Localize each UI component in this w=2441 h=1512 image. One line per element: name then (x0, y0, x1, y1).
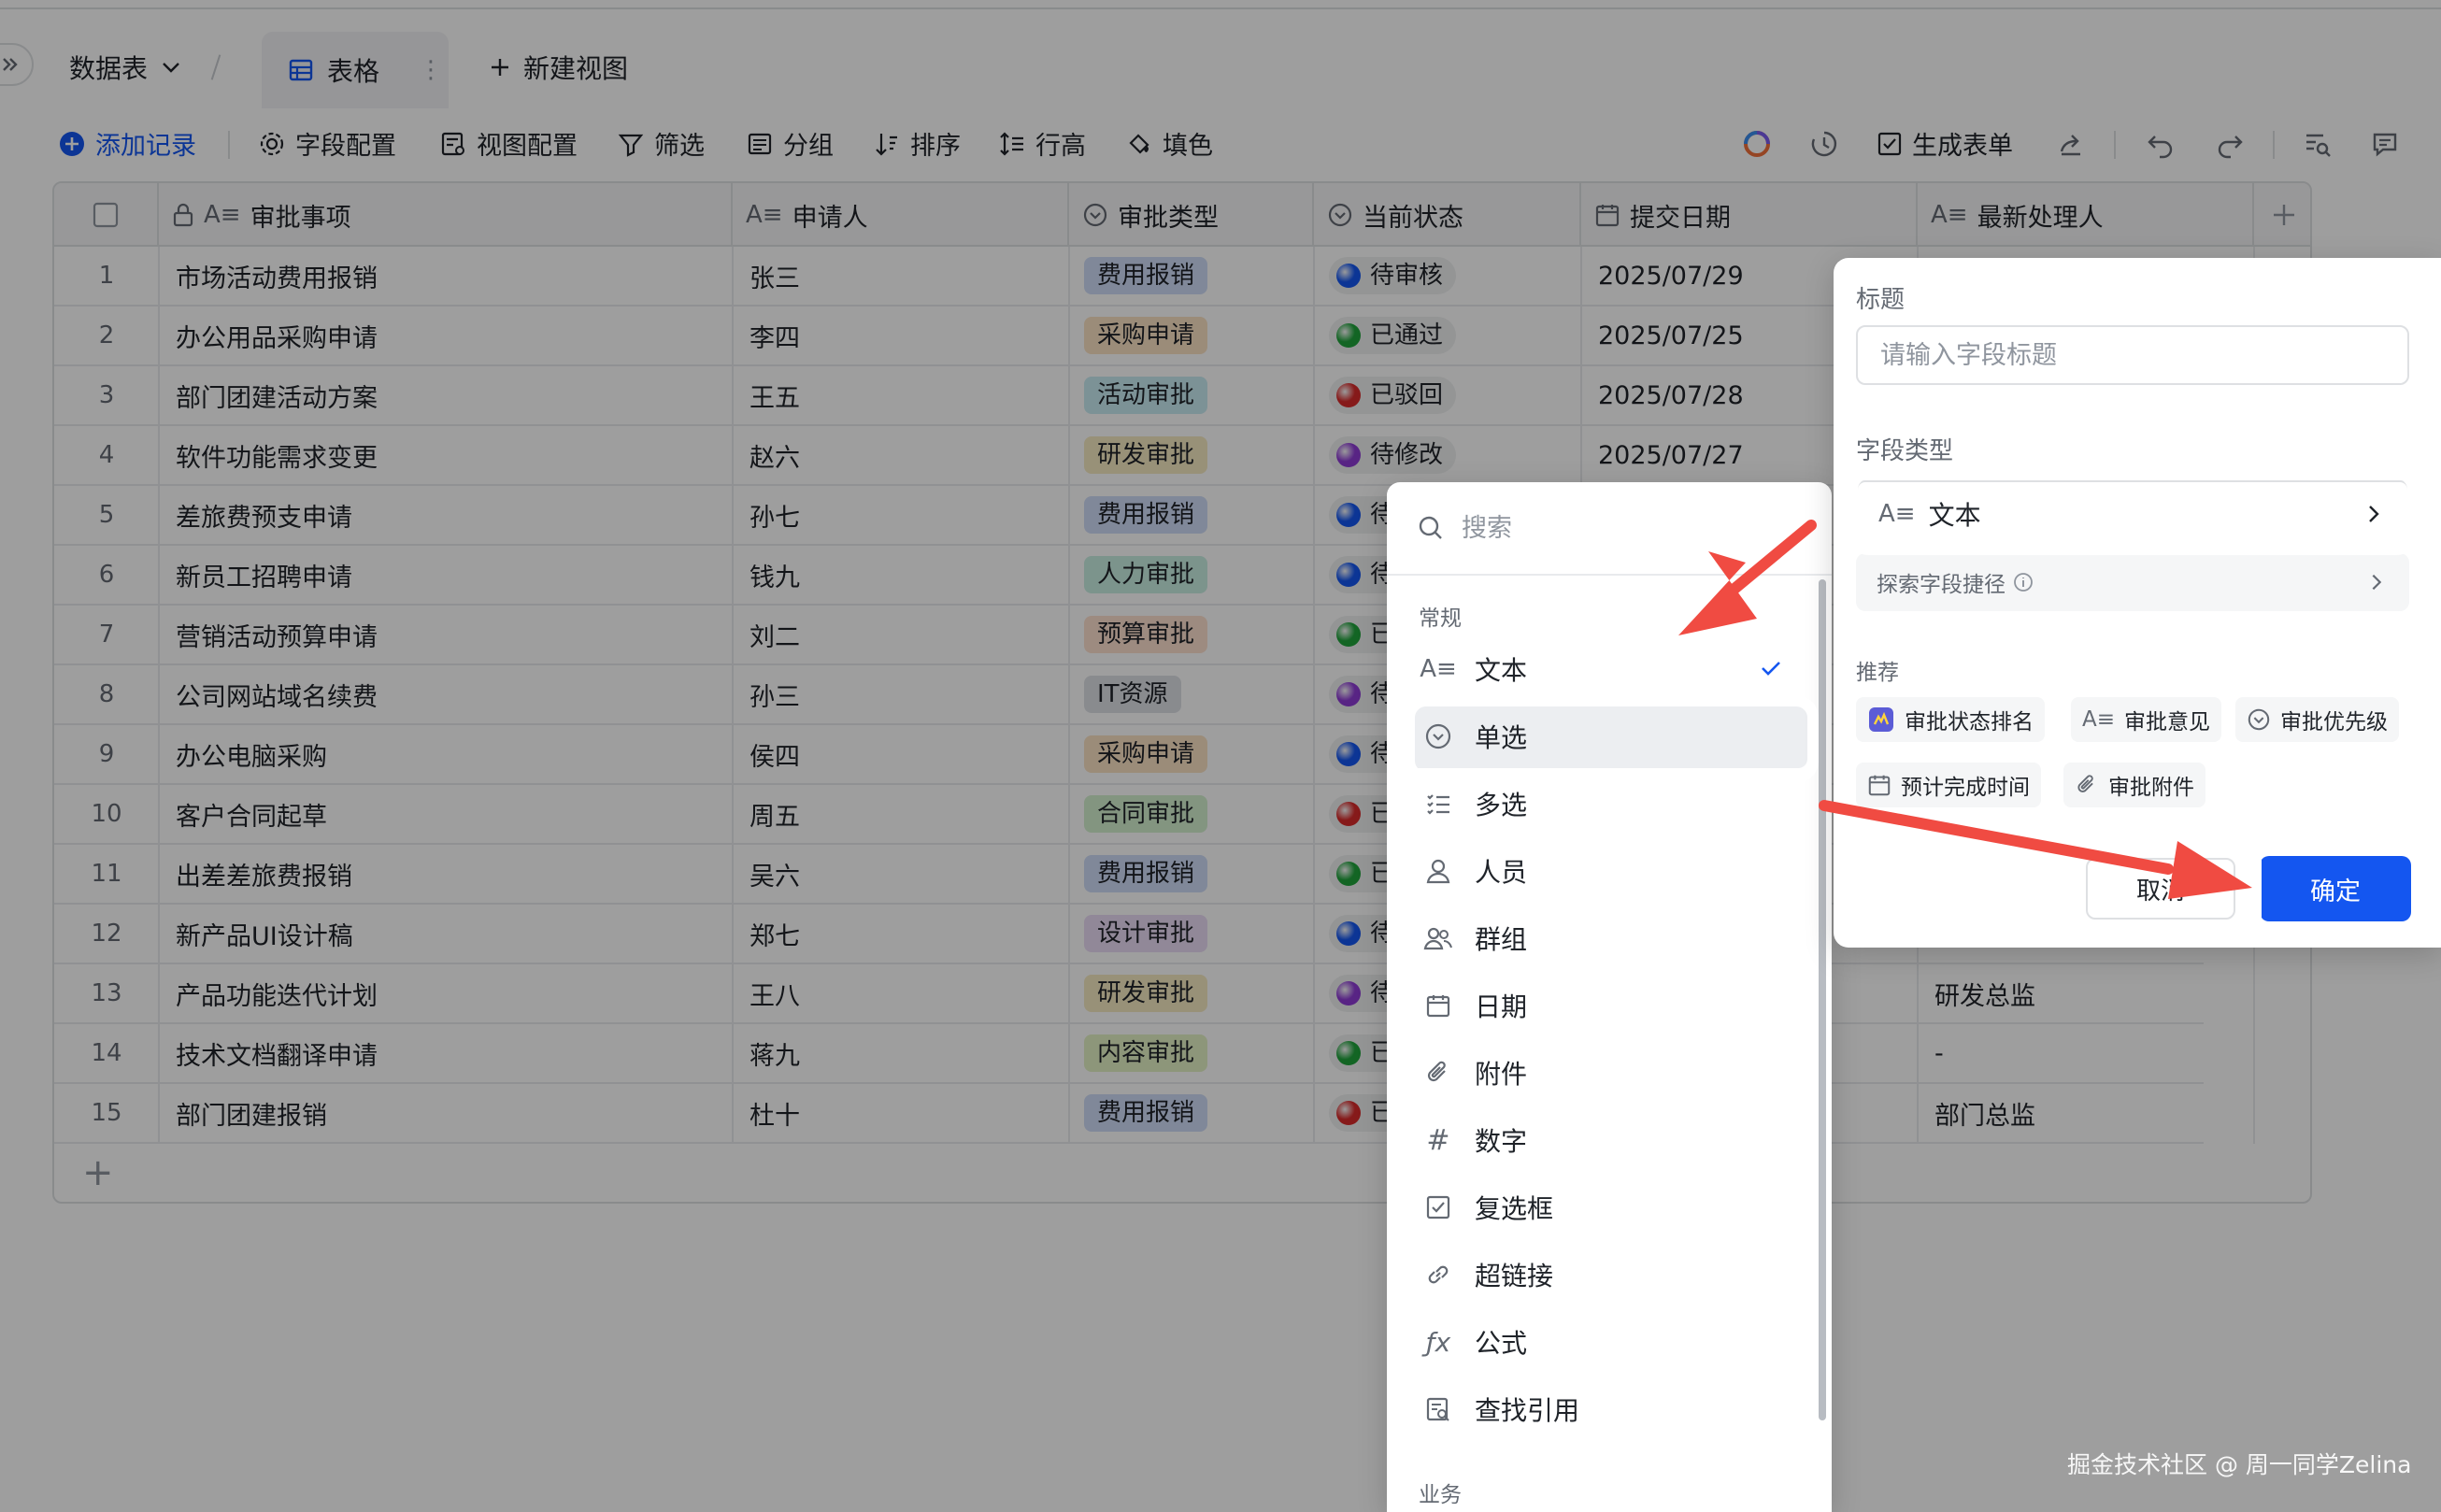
watermark: 掘金技术社区 @ 周一同学Zelina (2067, 1451, 2412, 1478)
arrow-to-confirm (1819, 800, 2252, 899)
annotation-arrows (1678, 520, 2252, 899)
arrow-to-single-select (1678, 520, 1817, 635)
